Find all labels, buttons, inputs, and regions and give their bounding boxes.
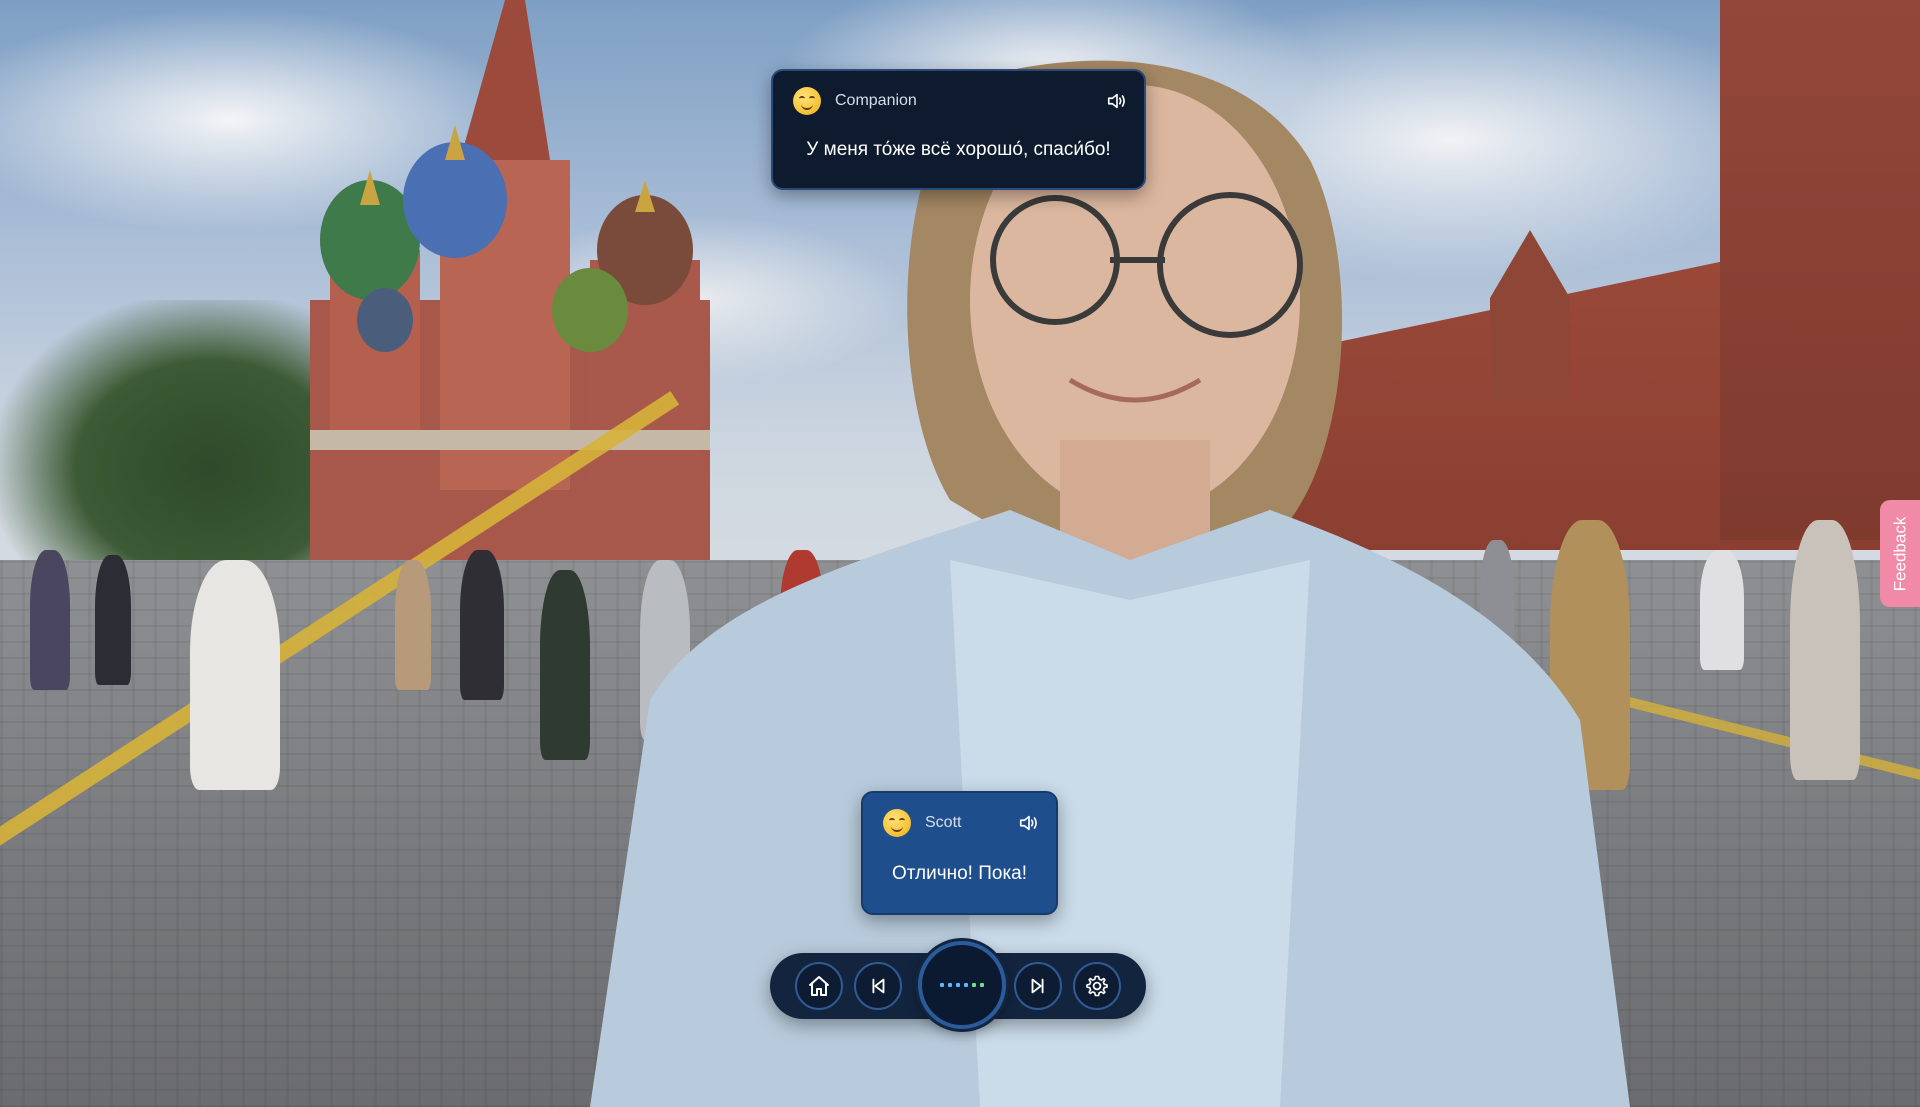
gear-icon — [1086, 975, 1108, 997]
woman-companion-avatar — [590, 60, 1630, 1107]
skip-next-icon — [1031, 978, 1044, 994]
settings-button[interactable] — [1073, 962, 1121, 1010]
companion-message-bubble: Companion У меня то́же всё хорошо́, спас… — [771, 69, 1146, 190]
user-message-header: Scott — [883, 807, 1040, 839]
speaker-volume-icon[interactable] — [1018, 812, 1040, 834]
feedback-label: Feedback — [1890, 516, 1910, 591]
kremlin-tower — [1720, 0, 1920, 540]
skip-previous-icon — [872, 978, 885, 994]
companion-speaker-name: Companion — [835, 92, 917, 109]
feedback-tab[interactable]: Feedback — [1880, 500, 1920, 607]
playback-control-bar — [770, 941, 1146, 1029]
user-message-text: Отлично! Пока! — [891, 863, 1028, 884]
speaker-volume-icon[interactable] — [1106, 90, 1128, 112]
companion-message-text: У меня то́же всё хорошо́, спаси́бо! — [806, 139, 1111, 160]
previous-button[interactable] — [854, 962, 902, 1010]
user-speaker-name: Scott — [925, 814, 962, 831]
voice-listening-dots-icon — [940, 983, 984, 987]
user-message-bubble: Scott Отлично! Пока! — [861, 791, 1058, 915]
next-button[interactable] — [1014, 962, 1062, 1010]
voice-input-button[interactable] — [918, 941, 1006, 1029]
companion-message-header: Companion — [793, 85, 1128, 117]
smiling-face-icon — [883, 809, 911, 837]
home-icon — [809, 976, 829, 996]
smiling-face-icon — [793, 87, 821, 115]
video-scene: Companion У меня то́же всё хорошо́, спас… — [0, 0, 1920, 1107]
home-button[interactable] — [795, 962, 843, 1010]
